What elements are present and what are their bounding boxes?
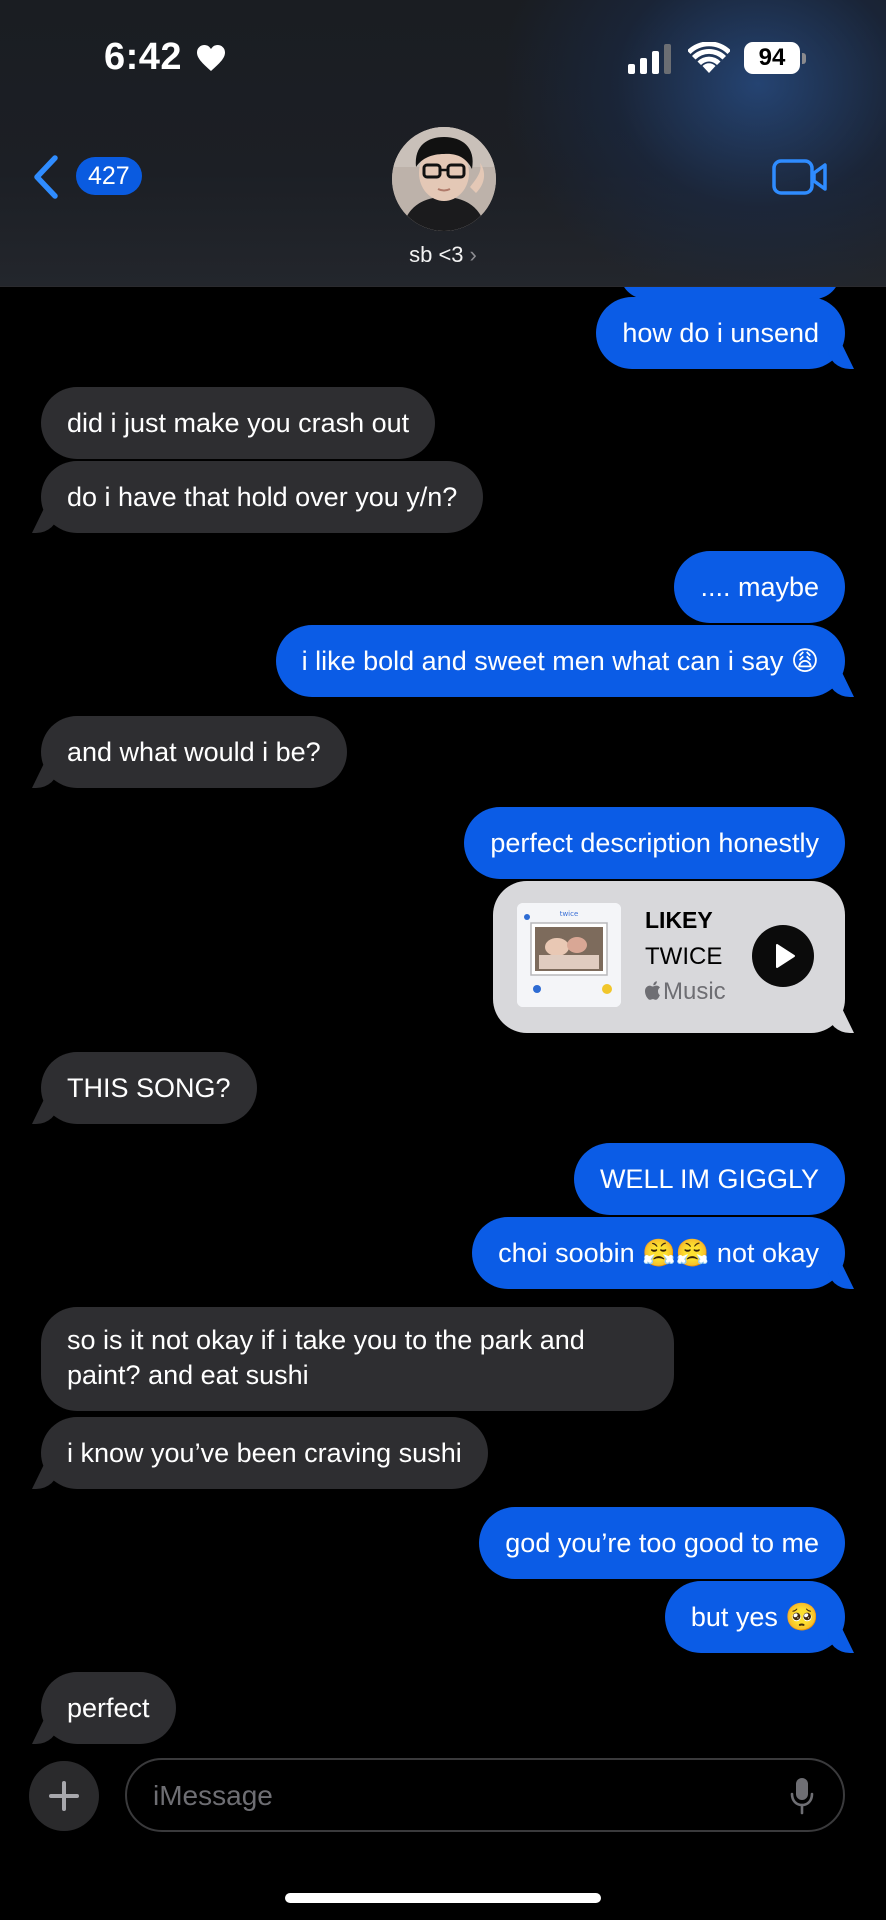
album-cover-icon: twice: [517, 903, 621, 1007]
message-bubble-sent[interactable]: .... maybe: [674, 551, 845, 623]
avatar-photo-icon: [392, 127, 496, 231]
status-time: 6:42: [104, 36, 183, 78]
contact-avatar[interactable]: [392, 127, 496, 231]
chevron-right-icon: ›: [469, 242, 477, 267]
message-bubble-sent[interactable]: WELL IM GIGGLY: [573, 1143, 845, 1215]
back-chevron-icon[interactable]: [30, 154, 62, 200]
album-art: twice: [517, 903, 621, 1007]
conversation-header: 6:42 94 427 sb <3 ›: [0, 0, 886, 287]
play-icon: [776, 944, 795, 968]
message-bubble-received[interactable]: and what would i be?: [41, 716, 347, 788]
message-bubble-sent[interactable]: choi soobin 😤😤 not okay: [472, 1217, 845, 1289]
message-bubble-received[interactable]: i know you’ve been craving sushi: [41, 1417, 488, 1489]
message-input-container[interactable]: [125, 1758, 845, 1832]
battery-indicator: 94: [744, 42, 806, 76]
song-artist: TWICE: [645, 943, 723, 970]
message-bubble-sent[interactable]: god you’re too good to me: [479, 1507, 845, 1579]
contact-name-row[interactable]: sb <3 ›: [0, 242, 886, 268]
message-bubble-received[interactable]: did i just make you crash out: [41, 387, 436, 459]
message-input[interactable]: [151, 1772, 755, 1820]
message-bubble-sent[interactable]: perfect description honestly: [464, 807, 845, 879]
message-bubble-received[interactable]: perfect: [41, 1672, 176, 1744]
home-indicator[interactable]: [285, 1893, 601, 1903]
heart-icon: [197, 45, 225, 71]
message-bubble-sent[interactable]: but yes 🥺: [664, 1581, 845, 1653]
microphone-icon[interactable]: [789, 1776, 815, 1816]
message-bubble-received[interactable]: so is it not okay if i take you to the p…: [41, 1307, 674, 1411]
play-button[interactable]: [752, 925, 814, 987]
battery-nub: [802, 53, 806, 64]
battery-level: 94: [744, 42, 800, 74]
message-bubble-received[interactable]: THIS SONG?: [41, 1052, 257, 1124]
unread-count-badge[interactable]: 427: [76, 157, 142, 195]
svg-text:twice: twice: [560, 910, 579, 918]
plus-icon: [49, 1781, 79, 1811]
add-attachment-button[interactable]: [29, 1761, 99, 1831]
message-bubble-sent[interactable]: how do i unsend: [596, 297, 845, 369]
message-bubble-received[interactable]: do i have that hold over you y/n?: [41, 461, 484, 533]
song-service-row: Music: [645, 978, 726, 1006]
music-share-card[interactable]: twice LIKEY TWICE Music: [493, 881, 845, 1033]
contact-name: sb <3: [409, 242, 464, 267]
video-call-icon[interactable]: [772, 158, 828, 196]
cellular-signal-icon: [628, 44, 671, 74]
apple-logo-icon: [645, 981, 660, 1000]
song-title: LIKEY: [645, 907, 713, 933]
song-service: Music: [663, 978, 726, 1005]
message-thread[interactable]: how do i unsend did i just make you cras…: [0, 287, 886, 1747]
wifi-icon: [688, 42, 730, 73]
message-bubble-sent[interactable]: i like bold and sweet men what can i say…: [275, 625, 845, 697]
